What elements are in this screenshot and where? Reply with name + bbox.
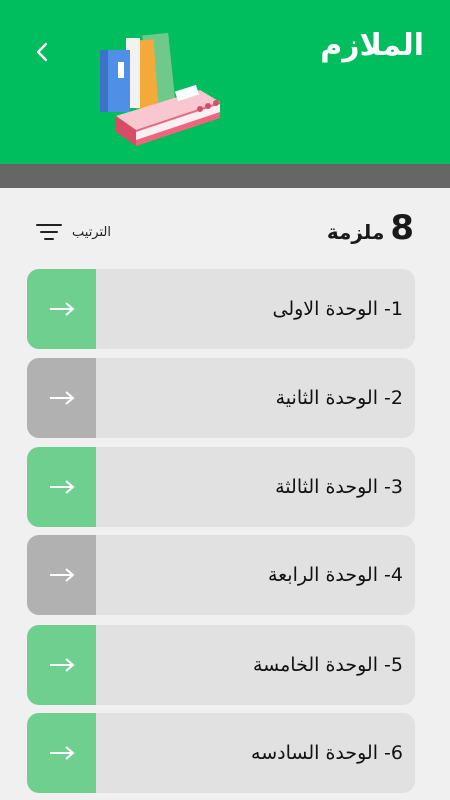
unit-arrow-box <box>27 535 96 615</box>
unit-item-1[interactable]: 1- الوحدة الاولى <box>27 269 415 349</box>
unit-item-2[interactable]: 2- الوحدة الثانية <box>27 358 415 438</box>
unit-arrow-box <box>27 269 96 349</box>
unit-label: 2- الوحدة الثانية <box>275 387 403 409</box>
chevron-left-icon <box>36 42 48 62</box>
unit-arrow-box <box>27 447 96 527</box>
unit-item-3[interactable]: 3- الوحدة الثالثة <box>27 447 415 527</box>
unit-label: 3- الوحدة الثالثة <box>275 476 403 498</box>
unit-label: 5- الوحدة الخامسة <box>252 654 403 676</box>
sort-label: الترتيب <box>72 224 111 240</box>
page-title: الملازم <box>320 28 424 63</box>
unit-label: 6- الوحدة السادسه <box>251 742 403 764</box>
arrow-right-icon <box>49 658 75 672</box>
books-illustration <box>100 32 220 146</box>
arrow-right-icon <box>49 746 75 760</box>
arrow-right-icon <box>49 480 75 494</box>
back-button[interactable] <box>28 38 56 66</box>
unit-item-5[interactable]: 5- الوحدة الخامسة <box>27 625 415 705</box>
sort-button[interactable]: الترتيب <box>36 222 111 242</box>
header-divider-band <box>0 164 450 188</box>
items-count: 8 ملزمة <box>327 208 414 248</box>
arrow-right-icon <box>49 302 75 316</box>
arrow-right-icon <box>49 568 75 582</box>
unit-label: 1- الوحدة الاولى <box>272 298 403 320</box>
count-number: 8 <box>390 208 414 248</box>
sort-lines-icon <box>36 224 62 240</box>
app-header: الملازم <box>0 0 450 164</box>
arrow-right-icon <box>49 391 75 405</box>
unit-item-4[interactable]: 4- الوحدة الرابعة <box>27 535 415 615</box>
unit-arrow-box <box>27 625 96 705</box>
unit-item-6[interactable]: 6- الوحدة السادسه <box>27 713 415 793</box>
count-label: ملزمة <box>326 220 385 244</box>
unit-label: 4- الوحدة الرابعة <box>267 564 403 586</box>
unit-arrow-box <box>27 358 96 438</box>
unit-arrow-box <box>27 713 96 793</box>
